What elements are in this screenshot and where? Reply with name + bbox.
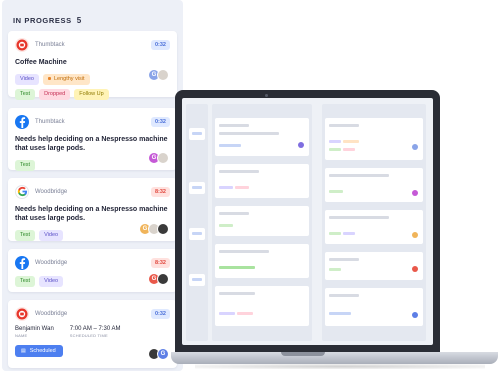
thumbtack-icon [15,306,29,321]
task-card[interactable]: Thumbtack 0:32 Coffee Machine Video Leng… [8,31,177,100]
tag-video[interactable]: Video [15,74,39,85]
time-badge: 8:32 [150,257,170,268]
laptop-screen [175,90,440,352]
scheduled-time-label: SCHEDULED TIME [69,333,108,338]
assignee-avatars[interactable]: G [148,348,169,360]
card-title: Needs help deciding on a Nespresso machi… [15,206,168,222]
time-badge: 8:32 [150,186,170,197]
column-header: IN PROGRESS 5 [13,12,177,28]
mini-column [322,104,426,341]
clock-icon [47,77,51,81]
card-title: Needs help deciding on a Nespresso machi… [15,136,168,152]
avatar [157,223,169,235]
source-name: Thumbtack [35,41,65,48]
card-title: Coffee Machine [15,59,67,66]
laptop-base [171,352,498,364]
customer-name: Benjamin Wan [15,326,54,332]
laptop-notch [281,352,325,356]
source-name: Woodbridge [35,188,68,195]
time-badge: 0:32 [150,116,170,127]
task-card[interactable]: Woodbridge 8:32 Needs help deciding on a… [8,178,177,241]
assignee-avatars[interactable]: G [139,223,169,235]
source-name: Thumbtack [35,118,65,125]
source-name: Woodbridge [35,310,68,317]
calendar-icon: ▤ [21,348,26,354]
assignee-avatars[interactable]: G [148,69,169,81]
task-card[interactable]: Woodbridge 0:32 Benjamin Wan NAME 7:00 A… [8,300,177,368]
facebook-icon [15,114,29,129]
avatar [157,273,169,285]
task-card[interactable]: Woodbridge 8:32 Test Video G [8,249,177,292]
tag-lengthy-visit[interactable]: Lengthy visit [42,74,90,85]
scheduled-button[interactable]: ▤ Scheduled [15,345,63,357]
assignee-avatars[interactable]: G [148,152,169,164]
thumbtack-icon [15,37,29,52]
avatar [157,69,169,81]
scheduled-label: Scheduled [29,348,56,354]
tag-test[interactable]: Test [15,160,36,171]
tag-video[interactable]: Video [39,230,64,241]
assignee-avatars[interactable]: G [148,273,169,285]
google-icon [15,184,29,199]
app-preview [182,98,433,345]
laptop-shadow [195,364,485,369]
scheduled-time: 7:00 AM – 7:30 AM [69,326,121,332]
column-count: 5 [76,15,82,25]
tag-label: Lengthy visit [53,76,85,82]
tag-test[interactable]: Test [15,89,36,100]
column-title: IN PROGRESS [13,15,72,25]
laptop-mockup [171,90,498,371]
avatar: G [157,348,169,360]
facebook-icon [15,255,29,270]
tag-video[interactable]: Video [39,276,64,287]
tag-test[interactable]: Test [15,276,36,287]
tag-dropped[interactable]: Dropped [39,89,71,100]
task-card[interactable]: Thumbtack 0:32 Needs help deciding on a … [8,108,177,171]
camera-icon [265,94,268,97]
mini-column [186,104,208,341]
kanban-column-in-progress: IN PROGRESS 5 Thumbtack 0:32 Coffee Mach… [2,0,183,371]
tag-test[interactable]: Test [15,230,36,241]
customer-name-label: NAME [15,333,28,338]
tag-follow-up[interactable]: Follow Up [74,89,109,100]
time-badge: 0:32 [150,39,170,50]
avatar [157,152,169,164]
mini-column [212,104,312,341]
time-badge: 0:32 [150,308,170,319]
source-name: Woodbridge [35,259,68,266]
